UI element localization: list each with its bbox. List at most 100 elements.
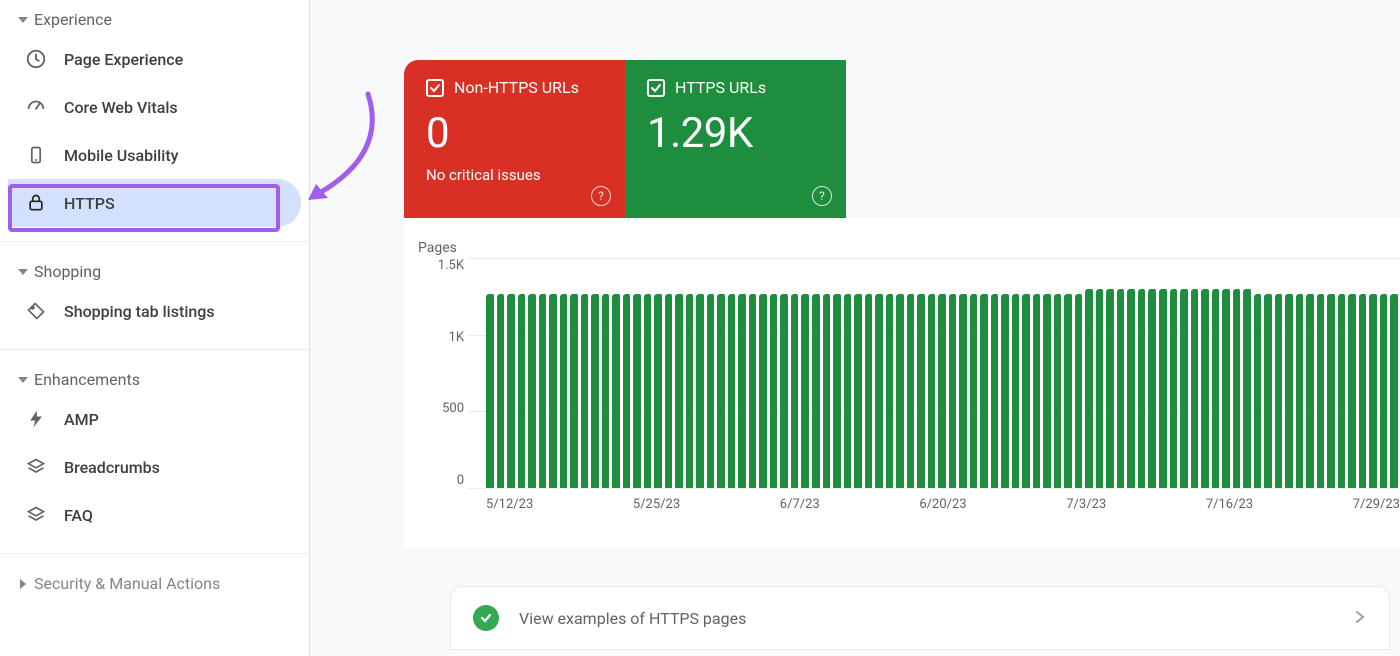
bar bbox=[1306, 294, 1316, 488]
bar bbox=[1264, 294, 1274, 488]
bar bbox=[1191, 289, 1201, 488]
sidebar-item-amp[interactable]: AMP bbox=[8, 395, 301, 443]
y-tick: 1.5K bbox=[420, 258, 464, 273]
bar bbox=[1327, 294, 1337, 488]
bar bbox=[1033, 294, 1043, 488]
bar bbox=[896, 294, 906, 488]
divider bbox=[0, 349, 309, 350]
sidebar-item-shopping-tab-listings[interactable]: Shopping tab listings bbox=[8, 287, 301, 335]
bar bbox=[759, 294, 769, 488]
chart-bars bbox=[486, 258, 1400, 488]
sidebar-item-core-web-vitals[interactable]: Core Web Vitals bbox=[8, 83, 301, 131]
bar bbox=[1369, 294, 1379, 488]
help-icon[interactable]: ? bbox=[812, 186, 832, 206]
x-tick: 6/7/23 bbox=[780, 497, 820, 518]
bar bbox=[675, 294, 685, 488]
sidebar-item-label: AMP bbox=[64, 410, 99, 429]
bolt-icon bbox=[24, 407, 48, 431]
y-tick: 500 bbox=[420, 401, 464, 416]
check-circle-icon bbox=[473, 605, 499, 631]
bar bbox=[528, 294, 538, 488]
bar bbox=[707, 294, 717, 488]
sidebar-item-breadcrumbs[interactable]: Breadcrumbs bbox=[8, 443, 301, 491]
bar bbox=[1085, 289, 1095, 488]
section-experience[interactable]: Experience bbox=[0, 4, 309, 35]
x-tick: 7/3/23 bbox=[1066, 497, 1106, 518]
bar bbox=[949, 294, 959, 488]
view-examples-label: View examples of HTTPS pages bbox=[519, 609, 1353, 628]
card-title: HTTPS URLs bbox=[675, 78, 766, 97]
divider bbox=[0, 553, 309, 554]
bar bbox=[696, 294, 706, 488]
bar bbox=[518, 294, 528, 488]
checkbox-icon bbox=[647, 79, 665, 97]
chart-y-label: Pages bbox=[418, 240, 1400, 256]
sidebar: Experience Page Experience Core Web Vita… bbox=[0, 0, 310, 656]
bar bbox=[1254, 294, 1264, 488]
sidebar-item-page-experience[interactable]: Page Experience bbox=[8, 35, 301, 83]
layers-icon bbox=[24, 455, 48, 479]
bar bbox=[823, 294, 833, 488]
bar bbox=[1275, 294, 1285, 488]
y-tick: 0 bbox=[420, 473, 464, 488]
bar bbox=[801, 294, 811, 488]
bar bbox=[612, 294, 622, 488]
sidebar-item-https[interactable]: HTTPS bbox=[8, 179, 301, 227]
mobile-icon bbox=[24, 143, 48, 167]
bar bbox=[1117, 289, 1127, 488]
view-examples-row[interactable]: View examples of HTTPS pages bbox=[450, 586, 1390, 650]
bar bbox=[1075, 294, 1085, 488]
help-icon[interactable]: ? bbox=[591, 186, 611, 206]
card-value: 0 bbox=[426, 109, 607, 158]
bar bbox=[1348, 294, 1358, 488]
bar bbox=[1317, 294, 1327, 488]
chevron-right-icon bbox=[1353, 609, 1367, 628]
bar bbox=[1159, 289, 1169, 488]
bar bbox=[738, 294, 748, 488]
x-tick: 6/20/23 bbox=[919, 497, 966, 518]
sidebar-item-faq[interactable]: FAQ bbox=[8, 491, 301, 539]
bar bbox=[1127, 289, 1137, 488]
section-label: Shopping bbox=[34, 262, 101, 281]
x-tick: 5/25/23 bbox=[633, 497, 680, 518]
x-axis: 5/12/235/25/236/7/236/20/237/3/237/16/23… bbox=[486, 490, 1400, 518]
bar bbox=[907, 294, 917, 488]
section-security[interactable]: Security & Manual Actions bbox=[0, 568, 309, 599]
card-non-https[interactable]: Non-HTTPS URLs 0 No critical issues ? bbox=[404, 60, 625, 218]
experience-list: Page Experience Core Web Vitals Mobile U… bbox=[0, 35, 309, 227]
divider bbox=[0, 241, 309, 242]
bar bbox=[791, 294, 801, 488]
y-axis: 1.5K 1K 500 0 bbox=[420, 258, 464, 488]
bar bbox=[486, 294, 496, 488]
chevron-down-icon bbox=[16, 375, 30, 385]
bar bbox=[686, 294, 696, 488]
sidebar-item-mobile-usability[interactable]: Mobile Usability bbox=[8, 131, 301, 179]
bar bbox=[1096, 289, 1106, 488]
bar bbox=[865, 294, 875, 488]
section-enhancements[interactable]: Enhancements bbox=[0, 364, 309, 395]
bar bbox=[560, 294, 570, 488]
bar bbox=[1001, 294, 1011, 488]
bar bbox=[1212, 289, 1222, 488]
summary-cards: Non-HTTPS URLs 0 No critical issues ? HT… bbox=[404, 60, 846, 218]
bar bbox=[1148, 289, 1158, 488]
chart-panel: Pages 1.5K 1K 500 0 5/12/23 5/25/23 6/7/23… bbox=[404, 218, 1400, 548]
bar bbox=[1390, 294, 1400, 488]
x-tick: 5/12/23 bbox=[486, 497, 533, 518]
bar bbox=[1201, 289, 1211, 488]
bar bbox=[507, 294, 517, 488]
bar bbox=[654, 294, 664, 488]
bar bbox=[1012, 294, 1022, 488]
bar bbox=[1243, 289, 1253, 488]
bar bbox=[886, 294, 896, 488]
bar bbox=[1359, 294, 1369, 488]
bar bbox=[1043, 294, 1053, 488]
card-https[interactable]: HTTPS URLs 1.29K ? bbox=[625, 60, 846, 218]
bar bbox=[497, 294, 507, 488]
section-shopping[interactable]: Shopping bbox=[0, 256, 309, 287]
bar bbox=[770, 294, 780, 488]
shopping-list: Shopping tab listings bbox=[0, 287, 309, 335]
bar bbox=[980, 294, 990, 488]
sidebar-item-label: FAQ bbox=[64, 506, 93, 525]
section-label: Enhancements bbox=[34, 370, 140, 389]
